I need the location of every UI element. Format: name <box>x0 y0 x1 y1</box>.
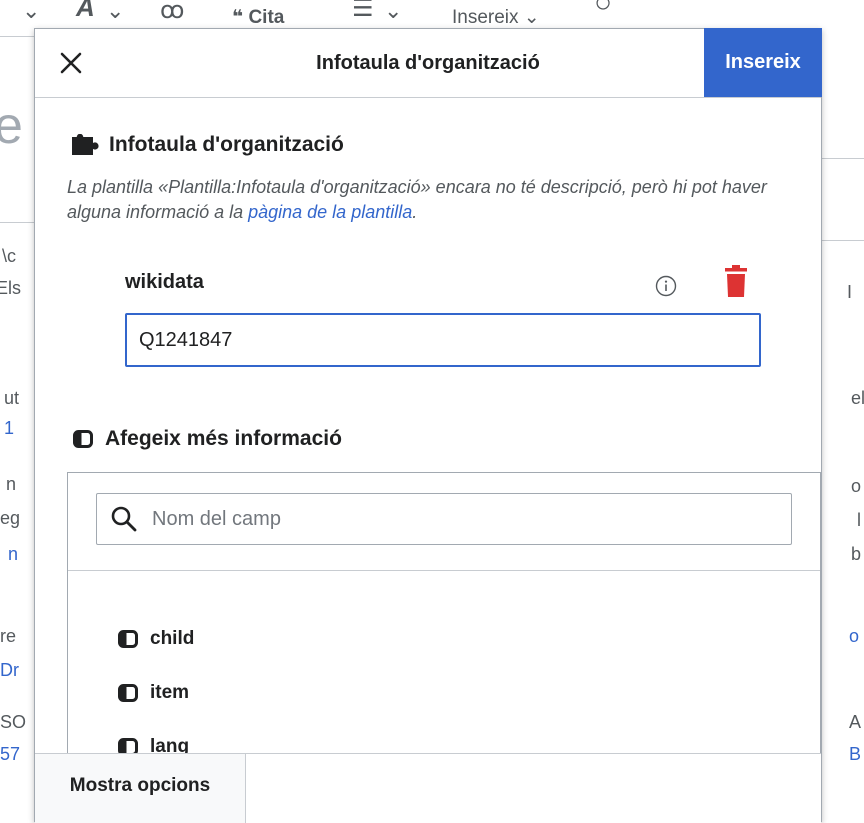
page-link-fragment[interactable]: n <box>8 544 18 565</box>
chevron-down-icon[interactable]: ⌄ <box>384 0 402 24</box>
chevron-down-icon[interactable]: ⌄ <box>106 0 124 24</box>
page-text-fragment: A <box>849 712 862 732</box>
page-text-fragment: SO <box>0 712 27 732</box>
search-icon[interactable]: ○ <box>594 0 612 20</box>
search-icon <box>111 506 137 532</box>
page-text-fragment: l <box>857 510 861 530</box>
cite-button[interactable]: ❝ Cita <box>232 6 284 29</box>
divider <box>821 240 864 241</box>
page-text-fragment: re <box>0 626 17 646</box>
page-link-fragment[interactable]: B <box>849 744 861 765</box>
page-link-fragment[interactable]: 57 <box>0 744 20 765</box>
page-text-fragment: n <box>6 474 17 494</box>
page-text-fragment: o <box>851 476 862 496</box>
search-placeholder: Nom del camp <box>152 508 281 530</box>
divider <box>821 158 864 159</box>
template-heading: Infotaula d'organització <box>71 133 344 157</box>
dialog-footer: Mostra opcions <box>35 753 821 823</box>
page-text-fragment: b <box>851 544 862 564</box>
link-icon[interactable]: ꝏ <box>160 0 184 25</box>
insert-button[interactable]: Insereix <box>704 28 822 97</box>
field-option-label: child <box>150 628 195 649</box>
page-text-fragment: ut <box>4 388 20 408</box>
page-link-fragment[interactable]: 1 <box>4 418 14 439</box>
template-dialog: Infotaula d'organització Insereix Infota… <box>34 28 822 823</box>
show-options-button[interactable]: Mostra opcions <box>35 754 246 823</box>
page-link-fragment[interactable]: Dr <box>0 660 19 681</box>
puzzle-icon <box>72 134 99 155</box>
dialog-title: Infotaula d'organització <box>316 52 540 74</box>
page-text-fragment: \c <box>2 246 17 266</box>
add-more-label: Afegeix més informació <box>105 427 342 450</box>
template-heading-label: Infotaula d'organització <box>109 133 344 156</box>
page-title-fragment: e <box>0 97 23 155</box>
page-right-edge: I el o l b o A B <box>820 36 864 821</box>
trash-icon[interactable] <box>724 265 748 297</box>
divider <box>0 222 34 223</box>
page-link-fragment[interactable]: o <box>849 626 859 647</box>
dialog-header: Infotaula d'organització Insereix <box>35 28 822 98</box>
close-icon <box>60 52 82 74</box>
list-icon[interactable]: ☰ <box>352 0 374 23</box>
insert-menu-button[interactable]: Insereix ⌄ <box>452 6 540 29</box>
field-search-input[interactable]: Nom del camp <box>96 493 792 545</box>
field-option-item[interactable]: item <box>118 679 194 707</box>
divider <box>68 570 820 571</box>
page-text-fragment: I <box>847 282 853 302</box>
cite-label: Cita <box>248 7 285 28</box>
parameter-label: wikidata <box>125 271 204 293</box>
template-page-link[interactable]: pàgina de la plantilla <box>248 202 412 222</box>
chevron-down-icon[interactable]: ⌄ <box>22 0 40 24</box>
wikidata-input[interactable]: Q1241847 <box>125 313 761 367</box>
checkbox-outline-icon <box>73 430 93 448</box>
add-more-heading: Afegeix més informació <box>73 427 342 451</box>
page-text-fragment: eg <box>0 508 21 528</box>
template-description: La plantilla «Plantilla:Infotaula d'orga… <box>67 175 797 225</box>
field-option-label: item <box>150 682 190 703</box>
page-text-fragment: el <box>851 388 864 408</box>
text-style-icon[interactable]: A <box>76 0 95 23</box>
field-option-child[interactable]: child <box>118 625 194 653</box>
page-text-fragment: Els <box>0 278 22 298</box>
info-icon[interactable] <box>655 275 677 297</box>
template-description-end: . <box>412 202 418 222</box>
insert-menu-label: Insereix <box>452 7 519 28</box>
checkbox-outline-icon <box>118 684 138 702</box>
checkbox-outline-icon <box>118 630 138 648</box>
close-button[interactable] <box>49 41 93 85</box>
